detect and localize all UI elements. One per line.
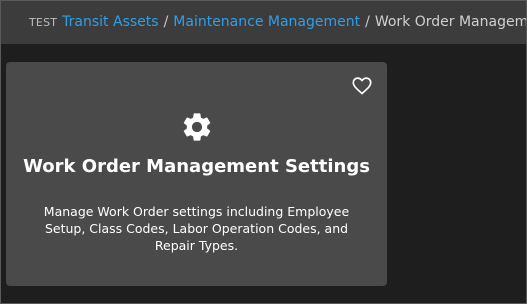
card-title: Work Order Management Settings <box>23 156 370 177</box>
card-description: Manage Work Order settings including Emp… <box>43 204 350 253</box>
breadcrumb-separator: / <box>163 14 169 30</box>
gear-icon <box>180 110 214 144</box>
breadcrumb-current-page: Work Order Management <box>374 14 527 30</box>
settings-card[interactable]: Work Order Management Settings Manage Wo… <box>6 62 387 286</box>
breadcrumb-separator: / <box>365 14 370 30</box>
breadcrumb-link-transit-assets[interactable]: Transit Assets <box>62 14 158 30</box>
heart-icon[interactable] <box>351 75 373 97</box>
breadcrumb-link-maintenance-management[interactable]: Maintenance Management <box>173 14 360 30</box>
breadcrumb-bar: TEST Transit Assets / Maintenance Manage… <box>0 0 527 44</box>
environment-tag: TEST <box>29 15 58 29</box>
